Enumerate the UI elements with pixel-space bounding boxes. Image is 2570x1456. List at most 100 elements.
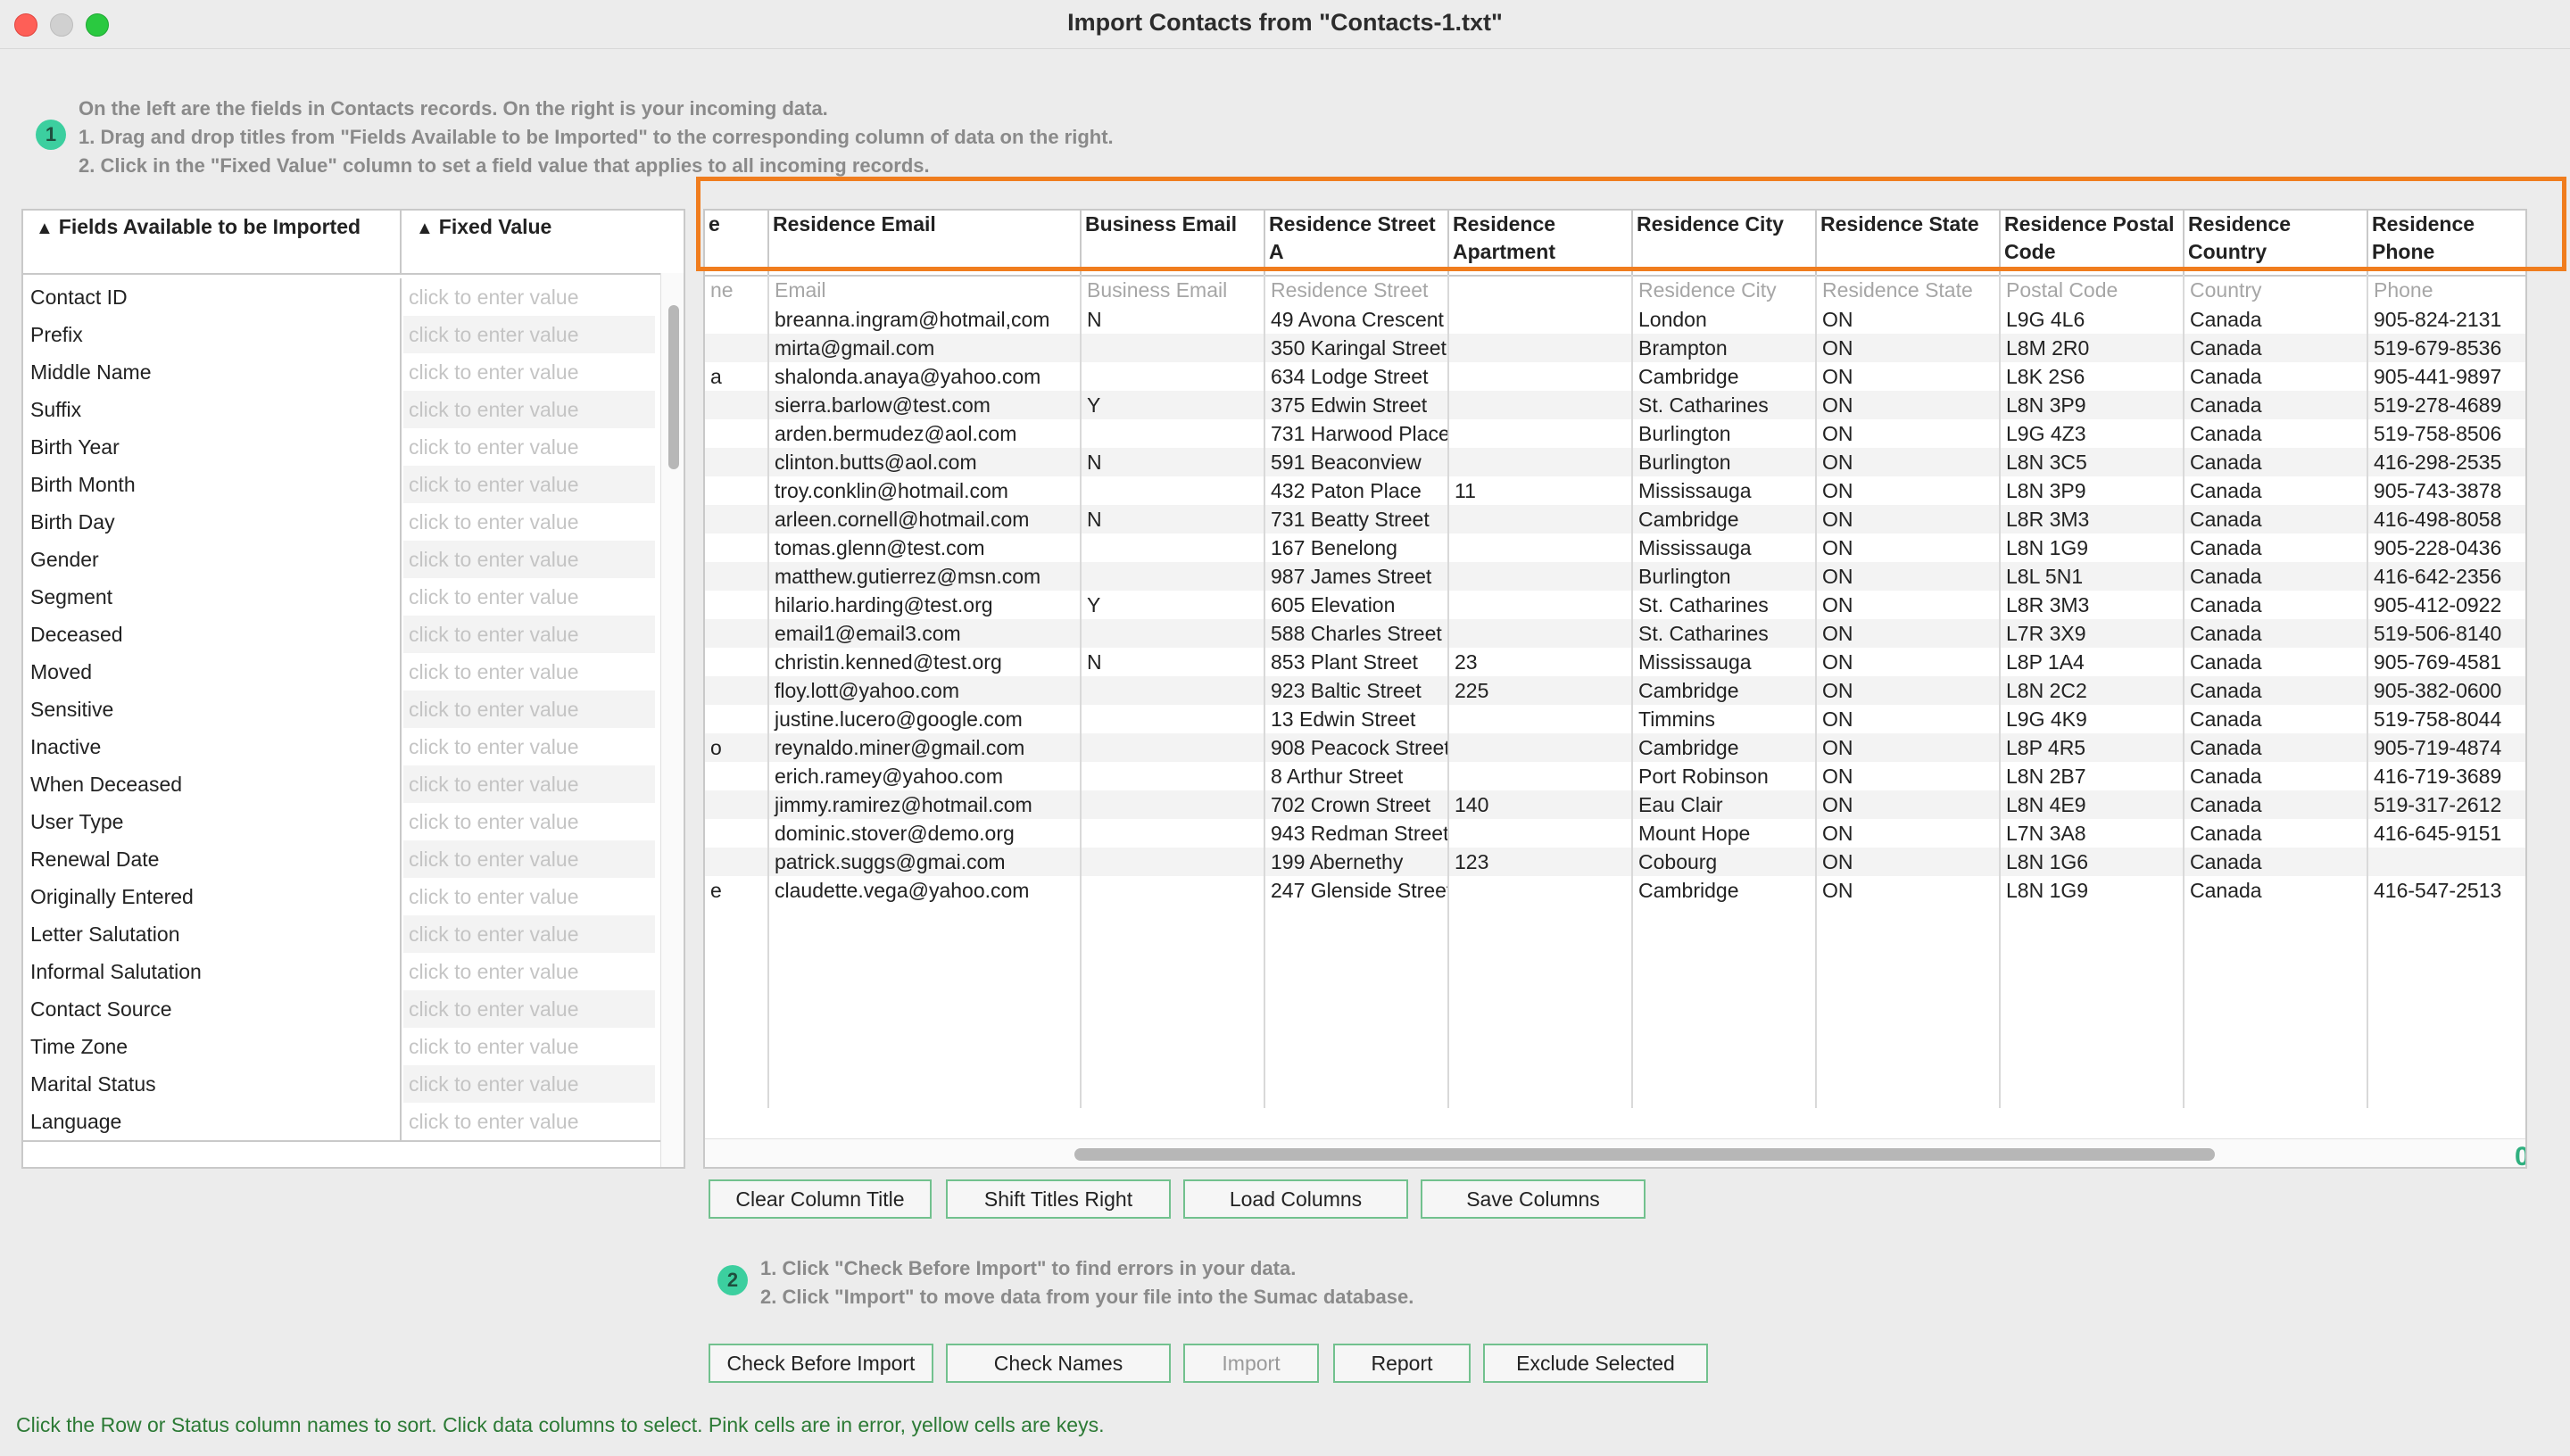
table-cell[interactable]: London (1633, 305, 1817, 334)
field-row[interactable]: Informal Salutation click to enter value (23, 953, 660, 990)
check-names-button[interactable]: Check Names (946, 1344, 1171, 1383)
field-row[interactable]: Middle Name click to enter value (23, 353, 660, 391)
table-cell[interactable]: ON (1817, 334, 2001, 362)
table-cell[interactable] (705, 619, 769, 648)
source-column-name[interactable]: Residence State (1817, 275, 2001, 305)
table-cell[interactable]: 905-441-9897 (2368, 362, 2525, 391)
table-cell[interactable] (1449, 762, 1633, 790)
table-cell[interactable]: matthew.gutierrez@msn.com (769, 562, 1082, 591)
table-cell[interactable]: 905-719-4874 (2368, 733, 2525, 762)
table-cell[interactable] (705, 790, 769, 819)
table-cell[interactable]: Canada (2184, 705, 2368, 733)
table-cell[interactable] (1082, 619, 1265, 648)
field-row[interactable]: Marital Status click to enter value (23, 1065, 660, 1103)
table-cell[interactable] (1449, 419, 1633, 448)
table-cell[interactable]: Canada (2184, 676, 2368, 705)
data-horizontal-scrollbar[interactable] (705, 1138, 2525, 1167)
table-cell[interactable]: Canada (2184, 591, 2368, 619)
table-cell[interactable] (1449, 391, 1633, 419)
field-row[interactable]: Gender click to enter value (23, 541, 660, 578)
table-row[interactable]: patrick.suggs@gmai.com 199 Abernethy 123 Co… (705, 848, 2525, 876)
field-row[interactable]: Suffix click to enter value (23, 391, 660, 428)
table-cell[interactable]: 13 Edwin Street (1265, 705, 1449, 733)
table-cell[interactable] (1082, 562, 1265, 591)
table-cell[interactable]: erich.ramey@yahoo.com (769, 762, 1082, 790)
fixed-value-cell[interactable]: click to enter value (403, 503, 655, 541)
table-cell[interactable]: L8N 3P9 (2001, 391, 2184, 419)
table-cell[interactable]: 519-758-8506 (2368, 419, 2525, 448)
table-cell[interactable]: hilario.harding@test.org (769, 591, 1082, 619)
table-cell[interactable]: 905-382-0600 (2368, 676, 2525, 705)
table-cell[interactable]: Burlington (1633, 448, 1817, 476)
table-cell[interactable]: mirta@gmail.com (769, 334, 1082, 362)
field-row[interactable]: Sensitive click to enter value (23, 691, 660, 728)
table-cell[interactable] (1082, 476, 1265, 505)
table-cell[interactable]: e (705, 876, 769, 905)
field-row[interactable]: Letter Salutation click to enter value (23, 915, 660, 953)
table-cell[interactable]: ON (1817, 762, 2001, 790)
fixed-value-cell[interactable]: click to enter value (403, 990, 655, 1028)
table-cell[interactable]: N (1082, 305, 1265, 334)
fixed-value-cell[interactable]: click to enter value (403, 691, 655, 728)
table-row[interactable]: erich.ramey@yahoo.com 8 Arthur Street Port… (705, 762, 2525, 790)
table-cell[interactable] (1449, 876, 1633, 905)
table-row[interactable]: dominic.stover@demo.org 943 Redman Street… (705, 819, 2525, 848)
table-cell[interactable]: ON (1817, 848, 2001, 876)
field-name[interactable]: Sensitive (23, 691, 402, 728)
table-cell[interactable]: L8N 3P9 (2001, 476, 2184, 505)
fixed-value-cell[interactable]: click to enter value (403, 1065, 655, 1103)
fixed-value-cell[interactable]: click to enter value (403, 541, 655, 578)
table-row[interactable]: breanna.ingram@hotmail,com N 49 Avona Cres… (705, 305, 2525, 334)
column-title[interactable]: Residence State (1817, 211, 2001, 275)
table-cell[interactable]: 908 Peacock Street (1265, 733, 1449, 762)
table-cell[interactable]: N (1082, 505, 1265, 534)
field-row[interactable]: Contact Source click to enter value (23, 990, 660, 1028)
field-name[interactable]: Letter Salutation (23, 915, 402, 953)
table-cell[interactable]: 416-298-2535 (2368, 448, 2525, 476)
fixed-value-cell[interactable]: click to enter value (403, 578, 655, 616)
table-cell[interactable]: patrick.suggs@gmai.com (769, 848, 1082, 876)
table-cell[interactable]: Mount Hope (1633, 819, 1817, 848)
table-cell[interactable]: sierra.barlow@test.com (769, 391, 1082, 419)
table-cell[interactable]: Cambridge (1633, 362, 1817, 391)
table-cell[interactable]: Brampton (1633, 334, 1817, 362)
field-name[interactable]: Moved (23, 653, 402, 691)
table-cell[interactable]: shalonda.anaya@yahoo.com (769, 362, 1082, 391)
fixed-value-cell[interactable]: click to enter value (403, 840, 655, 878)
table-cell[interactable]: ON (1817, 476, 2001, 505)
table-cell[interactable]: 416-719-3689 (2368, 762, 2525, 790)
table-cell[interactable] (2368, 848, 2525, 876)
source-column-name[interactable]: Phone (2368, 275, 2525, 305)
table-cell[interactable]: L8N 2B7 (2001, 762, 2184, 790)
table-cell[interactable]: Port Robinson (1633, 762, 1817, 790)
table-cell[interactable]: 49 Avona Crescent (1265, 305, 1449, 334)
table-cell[interactable]: L8P 4R5 (2001, 733, 2184, 762)
table-cell[interactable]: L8N 4E9 (2001, 790, 2184, 819)
table-cell[interactable]: 634 Lodge Street (1265, 362, 1449, 391)
table-cell[interactable]: L9G 4L6 (2001, 305, 2184, 334)
table-cell[interactable]: Canada (2184, 334, 2368, 362)
table-cell[interactable]: 905-228-0436 (2368, 534, 2525, 562)
table-cell[interactable]: L8N 3C5 (2001, 448, 2184, 476)
table-cell[interactable]: 905-412-0922 (2368, 591, 2525, 619)
table-cell[interactable]: 519-317-2612 (2368, 790, 2525, 819)
table-cell[interactable]: Canada (2184, 448, 2368, 476)
table-cell[interactable]: ON (1817, 391, 2001, 419)
source-column-name[interactable]: Postal Code (2001, 275, 2184, 305)
table-cell[interactable]: N (1082, 648, 1265, 676)
table-cell[interactable]: L8M 2R0 (2001, 334, 2184, 362)
table-cell[interactable]: Mississauga (1633, 534, 1817, 562)
table-cell[interactable]: 416-498-8058 (2368, 505, 2525, 534)
table-cell[interactable]: ON (1817, 876, 2001, 905)
field-name[interactable]: Language (23, 1103, 402, 1140)
table-cell[interactable]: Canada (2184, 476, 2368, 505)
table-cell[interactable]: Canada (2184, 562, 2368, 591)
field-name[interactable]: Informal Salutation (23, 953, 402, 990)
fixed-value-cell[interactable]: click to enter value (403, 765, 655, 803)
table-cell[interactable]: N (1082, 448, 1265, 476)
column-title[interactable]: Residence Phone (2368, 211, 2525, 275)
fixed-value-column-header[interactable]: ▲ Fixed Value (403, 211, 660, 273)
table-row[interactable]: troy.conklin@hotmail.com 432 Paton Place 1… (705, 476, 2525, 505)
table-cell[interactable] (1449, 733, 1633, 762)
field-row[interactable]: Birth Day click to enter value (23, 503, 660, 541)
